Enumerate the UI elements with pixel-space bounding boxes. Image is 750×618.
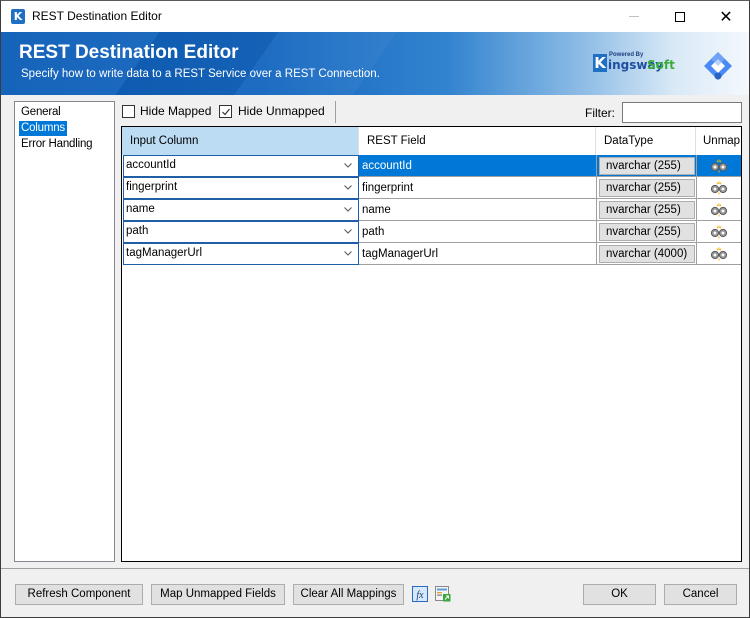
sidebar-item-error-handling[interactable]: Error Handling [19, 137, 94, 152]
datatype-button[interactable]: nvarchar (255) [599, 179, 695, 197]
header-unmap[interactable]: Unmap [696, 127, 741, 155]
table-row[interactable]: path path nvarchar (255) [122, 221, 741, 243]
dialog-window: K REST Destination Editor ✕ REST Destina… [0, 0, 750, 618]
hide-mapped-checkbox[interactable] [122, 105, 135, 118]
table-row[interactable]: tagManagerUrl tagManagerUrl nvarchar (4000… [122, 243, 741, 265]
chevron-down-icon [344, 251, 352, 256]
kingswaysoft-logo: K Powered By ingsway Soft [593, 52, 675, 74]
cancel-button[interactable]: Cancel [664, 584, 737, 605]
input-column-value: name [126, 203, 155, 215]
logo-name-part2: Soft [647, 58, 675, 72]
banner-title: REST Destination Editor [19, 42, 239, 63]
datatype-cell: nvarchar (255) [596, 221, 696, 243]
filter-label: Filter: [585, 106, 615, 120]
ok-button[interactable]: OK [583, 584, 656, 605]
unmap-button[interactable] [696, 155, 741, 177]
rest-field-cell[interactable]: fingerprint [359, 177, 596, 199]
unmap-button[interactable] [696, 199, 741, 221]
input-column-value: accountId [126, 159, 176, 171]
hide-unmapped-checkbox[interactable] [219, 105, 232, 118]
header-banner: REST Destination Editor Specify how to w… [1, 32, 749, 95]
datatype-cell: nvarchar (255) [596, 199, 696, 221]
input-column-select[interactable]: name [123, 199, 359, 221]
rest-field-cell[interactable]: path [359, 221, 596, 243]
table-row[interactable]: accountId accountId nvarchar (255) [122, 155, 741, 177]
close-icon: ✕ [719, 7, 733, 26]
table-row[interactable]: name name nvarchar (255) [122, 199, 741, 221]
minimize-icon [629, 16, 639, 17]
datatype-button[interactable]: nvarchar (255) [599, 201, 695, 219]
unlink-icon [710, 181, 728, 194]
unlink-icon [710, 247, 728, 260]
input-column-select[interactable]: accountId [123, 155, 359, 177]
chevron-down-icon [344, 185, 352, 190]
close-button[interactable]: ✕ [703, 1, 749, 32]
input-column-select[interactable]: tagManagerUrl [123, 243, 359, 265]
refresh-component-button[interactable]: Refresh Component [15, 584, 143, 605]
svg-text:fx: fx [416, 590, 424, 601]
unlink-icon [710, 225, 728, 238]
maximize-button[interactable] [657, 1, 703, 32]
header-input-column[interactable]: Input Column [122, 127, 359, 155]
grid-header: Input Column REST Field DataType Unmap [122, 127, 741, 155]
window-title: REST Destination Editor [32, 9, 162, 23]
kingswaysoft-k-icon: K [593, 54, 607, 72]
header-rest-field[interactable]: REST Field [359, 127, 596, 155]
expression-fx-icon[interactable]: fx [412, 586, 428, 602]
sidebar-nav: General Columns Error Handling [14, 101, 115, 562]
datatype-cell: nvarchar (4000) [596, 243, 696, 265]
google-tag-manager-icon [704, 52, 732, 80]
title-bar: K REST Destination Editor ✕ [1, 1, 749, 32]
input-column-select[interactable]: path [123, 221, 359, 243]
sidebar-item-general[interactable]: General [19, 105, 63, 120]
sidebar-item-columns[interactable]: Columns [19, 121, 67, 136]
toolbar-separator [335, 101, 336, 123]
unmap-button[interactable] [696, 243, 741, 265]
clear-all-mappings-button[interactable]: Clear All Mappings [293, 584, 404, 605]
input-column-value: fingerprint [126, 181, 178, 193]
input-column-value: tagManagerUrl [126, 247, 203, 259]
datatype-button[interactable]: nvarchar (255) [599, 223, 695, 241]
chevron-down-icon [344, 163, 352, 168]
map-unmapped-fields-button[interactable]: Map Unmapped Fields [151, 584, 285, 605]
footer-separator [1, 568, 749, 569]
rest-field-cell[interactable]: accountId [359, 155, 596, 177]
unlink-icon [710, 203, 728, 216]
minimize-button[interactable] [611, 1, 657, 32]
unmap-button[interactable] [696, 177, 741, 199]
datatype-button[interactable]: nvarchar (4000) [599, 245, 695, 263]
filter-input[interactable] [622, 102, 742, 123]
datatype-cell: nvarchar (255) [596, 177, 696, 199]
hide-mapped-label[interactable]: Hide Mapped [140, 104, 211, 118]
unmap-button[interactable] [696, 221, 741, 243]
input-column-value: path [126, 225, 149, 237]
datatype-cell: nvarchar (255) [596, 155, 696, 177]
column-mapping-grid: Input Column REST Field DataType Unmap a… [121, 126, 742, 562]
rest-field-cell[interactable]: name [359, 199, 596, 221]
checkmark-icon [222, 108, 230, 116]
export-grid-icon[interactable] [435, 586, 451, 602]
datatype-button[interactable]: nvarchar (255) [599, 157, 695, 175]
banner-subtitle: Specify how to write data to a REST Serv… [21, 68, 380, 80]
maximize-icon [675, 11, 685, 22]
chevron-down-icon [344, 229, 352, 234]
kingswaysoft-app-icon: K [11, 9, 25, 24]
rest-field-cell[interactable]: tagManagerUrl [359, 243, 596, 265]
header-datatype[interactable]: DataType [596, 127, 696, 155]
chevron-down-icon [344, 207, 352, 212]
table-row[interactable]: fingerprint fingerprint nvarchar (255) [122, 177, 741, 199]
hide-unmapped-label[interactable]: Hide Unmapped [238, 104, 325, 118]
input-column-select[interactable]: fingerprint [123, 177, 359, 199]
unlink-icon [710, 159, 728, 172]
